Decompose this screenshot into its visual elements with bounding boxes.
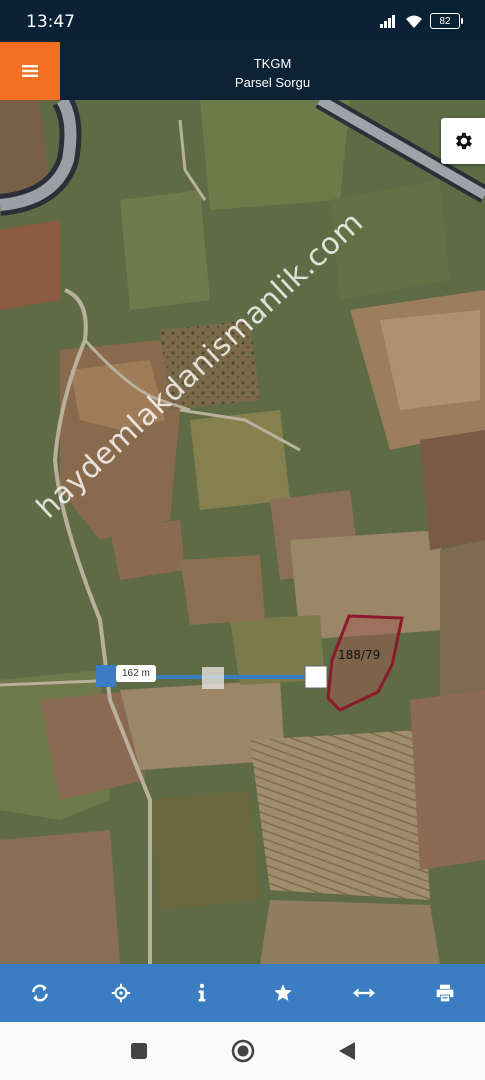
settings-button[interactable] (441, 118, 485, 164)
satellite-map[interactable]: haydemlakdanismanlik.com 188/79 162 m (0, 100, 485, 964)
measure-icon (352, 988, 375, 998)
app-header: TKGM Parsel Sorgu (0, 42, 485, 100)
gear-icon (456, 132, 472, 150)
home-button[interactable] (231, 1039, 255, 1063)
locate-button[interactable] (81, 964, 162, 1022)
app-title: TKGM (253, 56, 292, 71)
measure-button[interactable] (323, 964, 404, 1022)
back-icon (338, 1042, 355, 1060)
battery-indicator: 82 (430, 13, 463, 29)
hamburger-icon (22, 65, 38, 77)
favorite-icon (274, 984, 292, 1001)
recents-icon (130, 1043, 147, 1059)
status-bar: 13:47 82 (0, 0, 485, 42)
measure-distance-label: 162 m (116, 665, 156, 682)
header-titles: TKGM Parsel Sorgu (60, 54, 485, 92)
refresh-button[interactable] (0, 964, 81, 1022)
info-icon (198, 983, 206, 1002)
home-icon (231, 1039, 254, 1063)
bottom-toolbar (0, 964, 485, 1022)
signal-icon (380, 15, 395, 28)
info-button[interactable] (162, 964, 243, 1022)
locate-icon (112, 983, 131, 1003)
back-button[interactable] (335, 1039, 359, 1063)
favorite-button[interactable] (242, 964, 323, 1022)
refresh-icon (32, 984, 49, 1002)
print-icon (436, 984, 453, 1002)
battery-level: 82 (439, 15, 451, 27)
parcel-label[interactable]: 188/79 (338, 648, 380, 662)
status-icons: 82 (380, 13, 463, 29)
system-nav-bar (0, 1022, 485, 1080)
menu-button[interactable] (0, 42, 60, 100)
recents-button[interactable] (127, 1039, 151, 1063)
app-subtitle: Parsel Sorgu (234, 75, 311, 90)
status-time: 13:47 (26, 12, 75, 32)
wifi-icon (406, 15, 422, 28)
print-button[interactable] (404, 964, 485, 1022)
satellite-imagery (0, 100, 485, 964)
